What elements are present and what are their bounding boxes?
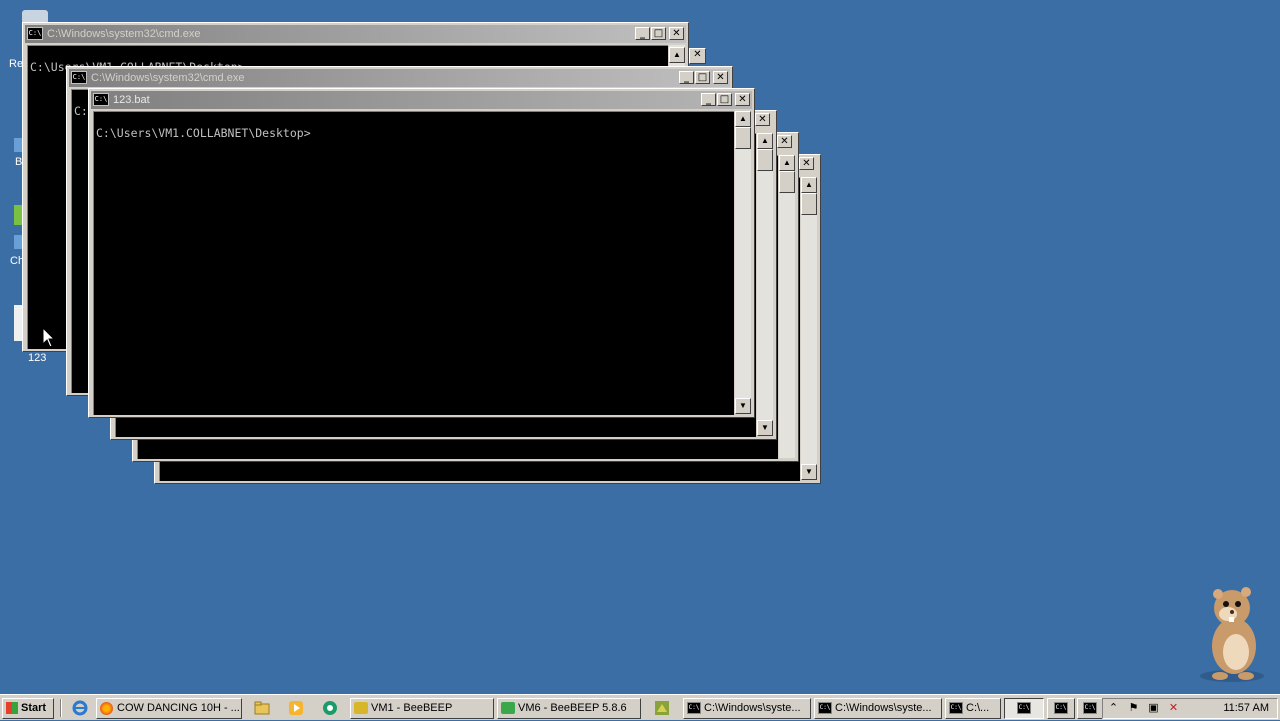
map-app-icon[interactable]: [654, 700, 670, 716]
taskbar-button-cmd-2[interactable]: C:\ C:\Windows\syste...: [814, 698, 942, 719]
vertical-scrollbar[interactable]: ▲: [779, 155, 795, 458]
desktop-icon-label: Re: [9, 58, 24, 70]
cmd-icon: C:\: [687, 702, 701, 714]
scroll-down-button[interactable]: ▼: [735, 398, 751, 414]
console-text: C:: [74, 104, 88, 118]
close-button[interactable]: ✕: [713, 71, 728, 84]
cmd-icon: C:\: [1083, 702, 1097, 714]
window-title: C:\Windows\system32\cmd.exe: [47, 28, 201, 40]
folder-icon[interactable]: [254, 700, 270, 716]
windows-logo-icon: [6, 702, 18, 714]
scroll-down-button[interactable]: ▼: [801, 464, 817, 480]
close-button[interactable]: ✕: [777, 135, 792, 148]
scroll-up-button[interactable]: ▲: [669, 47, 685, 63]
minimize-button[interactable]: _: [635, 27, 650, 40]
close-button[interactable]: ✕: [669, 27, 684, 40]
cmd-icon: C:\: [71, 71, 87, 84]
title-bar[interactable]: C:\ C:\Windows\system32\cmd.exe _ □ ✕: [25, 25, 686, 43]
taskbar: Start COW DANCING 10H - ... VM1 - BeeBEE…: [0, 694, 1280, 720]
scroll-thumb[interactable]: [801, 193, 817, 215]
maximize-button[interactable]: □: [695, 71, 710, 84]
window-title: C:\Windows\system32\cmd.exe: [91, 72, 245, 84]
taskbar-button-label: VM6 - BeeBEEP 5.8.6: [518, 702, 627, 714]
cmd-icon: C:\: [93, 93, 109, 106]
window-title: 123.bat: [113, 94, 150, 106]
volume-muted-icon[interactable]: ✕: [1167, 702, 1180, 715]
title-bar[interactable]: C:\ 123.bat _ □ ✕: [91, 91, 752, 109]
taskbar-button-cmd-3[interactable]: C:\ C:\...: [945, 698, 1001, 719]
close-button[interactable]: ✕: [735, 93, 750, 106]
taskbar-button-beebeep-vm1[interactable]: VM1 - BeeBEEP: [350, 698, 494, 719]
system-tray: ⌃ ⚑ ▣ ✕ 11:57 AM: [1102, 698, 1278, 719]
scroll-up-button[interactable]: ▲: [801, 177, 817, 193]
teamviewer-icon[interactable]: [322, 700, 338, 716]
show-hidden-icons-icon[interactable]: ⌃: [1107, 702, 1120, 715]
network-icon[interactable]: ▣: [1147, 702, 1160, 715]
taskbar-button-cmd-5[interactable]: C:\: [1047, 698, 1075, 719]
vm-icon: [501, 702, 515, 714]
console-area[interactable]: C:\Users\VM1.COLLABNET\Desktop>: [93, 111, 734, 415]
vertical-scrollbar[interactable]: ▲ ▼: [801, 177, 817, 480]
cmd-icon: C:\: [1054, 702, 1068, 714]
cmd-icon: C:\: [27, 27, 43, 40]
console-text: C:\Users\VM1.COLLABNET\Desktop>: [96, 126, 311, 140]
taskbar-button-cmd-active[interactable]: C:\: [1004, 698, 1044, 719]
taskbar-button-beebeep-vm6[interactable]: VM6 - BeeBEEP 5.8.6: [497, 698, 641, 719]
taskbar-button-label: VM1 - BeeBEEP: [371, 702, 453, 714]
start-label: Start: [21, 702, 47, 714]
taskbar-button-label: C:\Windows\syste...: [704, 702, 801, 714]
scroll-thumb[interactable]: [757, 149, 773, 171]
scroll-thumb[interactable]: [779, 171, 795, 193]
scroll-down-button[interactable]: ▼: [757, 420, 773, 436]
clock[interactable]: 11:57 AM: [1223, 699, 1269, 718]
close-button[interactable]: ✕: [755, 113, 770, 126]
taskbar-button-firefox[interactable]: COW DANCING 10H - ...: [96, 698, 242, 719]
flag-icon[interactable]: ⚑: [1127, 702, 1140, 715]
vertical-scrollbar[interactable]: ▲ ▼: [757, 133, 773, 436]
start-button[interactable]: Start: [2, 698, 54, 719]
scroll-up-button[interactable]: ▲: [757, 133, 773, 149]
scroll-up-button[interactable]: ▲: [779, 155, 795, 171]
title-bar[interactable]: C:\ C:\Windows\system32\cmd.exe _ □ ✕: [69, 69, 730, 87]
beebeep-icon: [354, 702, 368, 714]
taskbar-button-label: COW DANCING 10H - ...: [117, 702, 240, 714]
minimize-button[interactable]: _: [679, 71, 694, 84]
maximize-button[interactable]: □: [717, 93, 732, 106]
maximize-button[interactable]: □: [651, 27, 666, 40]
desktop-icon-label: 123: [28, 352, 47, 364]
taskbar-button-label: C:\Windows\syste...: [835, 702, 932, 714]
batch-window[interactable]: C:\ 123.bat _ □ ✕ C:\Users\VM1.COLLABNET…: [88, 88, 755, 418]
scroll-up-button[interactable]: ▲: [735, 111, 751, 127]
vertical-scrollbar[interactable]: ▲ ▼: [735, 111, 751, 414]
close-button[interactable]: ✕: [689, 48, 706, 64]
taskbar-separator: [60, 699, 62, 717]
media-player-icon[interactable]: [288, 700, 304, 716]
taskbar-button-label: C:\...: [966, 702, 990, 714]
firefox-icon: [100, 702, 113, 715]
taskbar-button-cmd-6[interactable]: C:\: [1077, 698, 1103, 719]
scroll-thumb[interactable]: [735, 127, 751, 149]
internet-explorer-icon[interactable]: [72, 700, 88, 716]
mouse-cursor-icon: [43, 328, 55, 348]
taskbar-button-cmd-1[interactable]: C:\ C:\Windows\syste...: [683, 698, 811, 719]
minimize-button[interactable]: _: [701, 93, 716, 106]
cmd-icon: C:\: [949, 702, 963, 714]
cmd-icon: C:\: [1017, 702, 1031, 714]
cmd-icon: C:\: [818, 702, 832, 714]
close-button[interactable]: ✕: [799, 157, 814, 170]
hamster-mascot-icon: [1200, 587, 1264, 682]
